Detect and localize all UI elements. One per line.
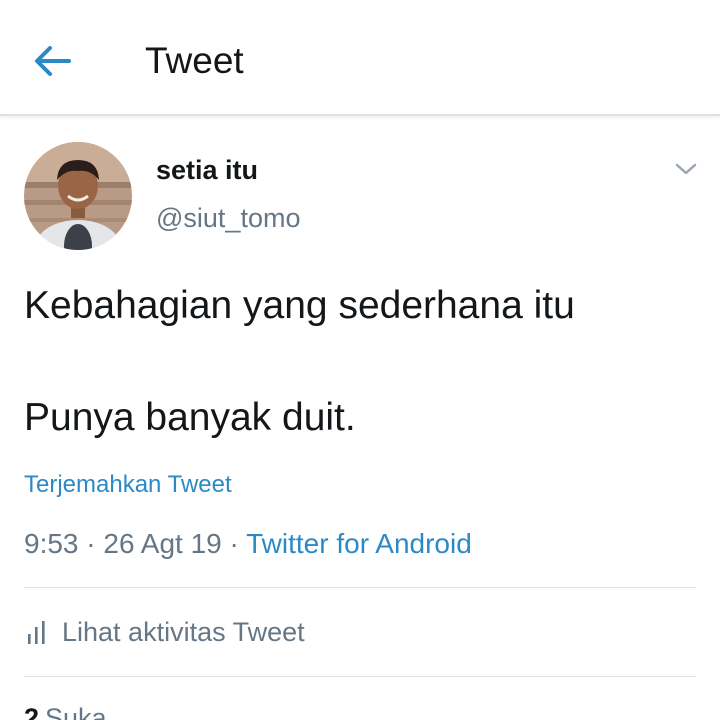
meta-separator: · <box>78 528 104 559</box>
tweet-text: Kebahagian yang sederhana itu Punya bany… <box>24 278 704 446</box>
tweet-date: 26 Agt 19 <box>103 528 222 559</box>
divider <box>24 676 696 677</box>
app-bar: Tweet <box>0 0 720 116</box>
view-tweet-activity-button[interactable]: Lihat aktivitas Tweet <box>24 612 305 652</box>
translate-tweet-link[interactable]: Terjemahkan Tweet <box>24 469 232 501</box>
author-handle[interactable]: @siut_tomo <box>156 200 300 236</box>
tweet-text-line: Punya banyak duit. <box>24 396 356 439</box>
tweet-text-line: Kebahagian yang sederhana itu <box>24 284 575 327</box>
chevron-down-icon <box>675 163 697 175</box>
bar-chart-icon <box>24 618 52 646</box>
likes-count-row[interactable]: 2 Suka <box>24 700 107 720</box>
tweet-meta: 9:53 · 26 Agt 19 · Twitter for Android <box>24 526 472 562</box>
tweet-time: 9:53 <box>24 528 79 559</box>
tweet-source-link[interactable]: Twitter for Android <box>246 528 472 559</box>
divider <box>24 587 696 588</box>
avatar[interactable] <box>24 142 132 250</box>
author-display-name[interactable]: setia itu <box>156 152 258 188</box>
likes-count: 2 <box>24 703 40 720</box>
arrow-left-icon <box>35 46 71 76</box>
view-tweet-activity-label: Lihat aktivitas Tweet <box>62 617 305 647</box>
tweet-detail-screen: Tweet setia itu @siut_tomo Kebahagian ya… <box>0 0 720 720</box>
meta-separator: · <box>221 528 247 559</box>
profile-photo <box>24 142 132 250</box>
back-button[interactable] <box>28 38 78 84</box>
likes-label: Suka <box>45 703 107 720</box>
tweet-menu-button[interactable] <box>668 154 704 184</box>
page-title: Tweet <box>145 40 244 81</box>
